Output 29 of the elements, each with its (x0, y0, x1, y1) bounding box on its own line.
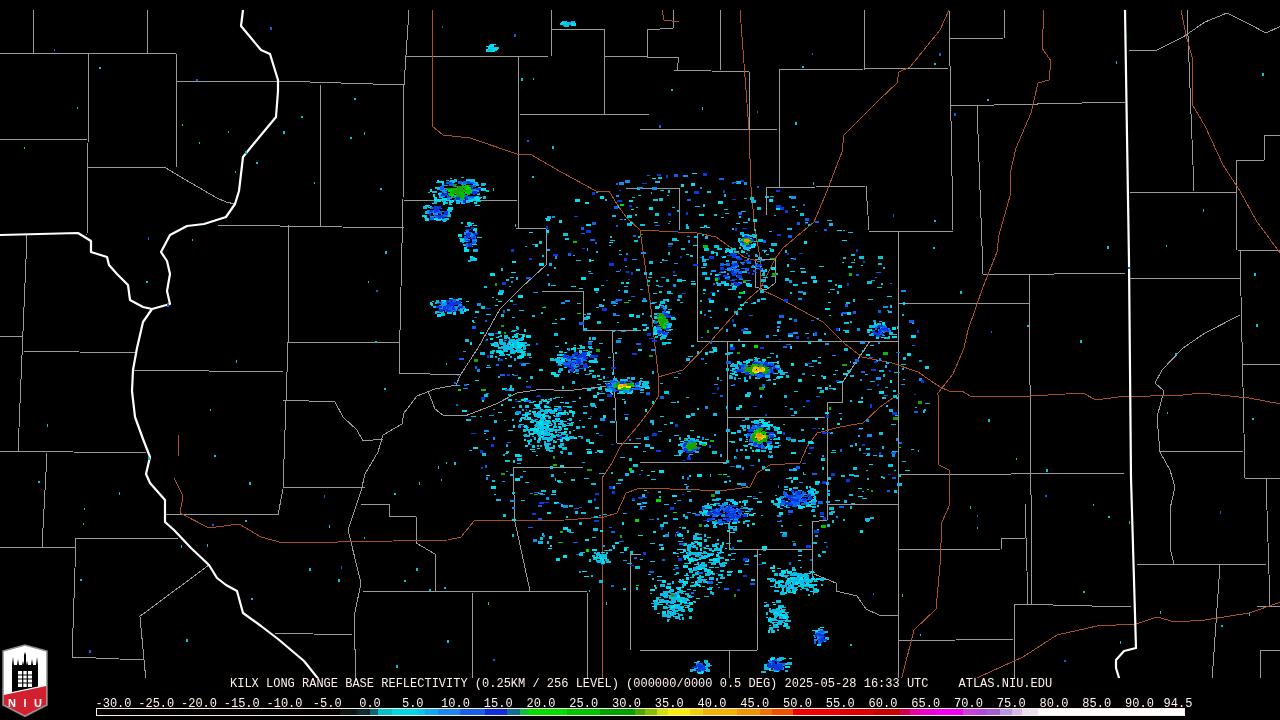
scale-label: -20.0 (181, 699, 217, 709)
scale-label: -5.0 (312, 699, 342, 709)
website-text: ATLAS.NIU.EDU (958, 678, 1053, 690)
scale-label: -30.0 (95, 699, 132, 709)
scale-label: 25.0 (569, 699, 599, 709)
scale-label: 75.0 (996, 699, 1026, 709)
product-title: KILX LONG RANGE BASE REFLECTIVITY (0.25KM / 256 LEVEL) (000000/0000 0.5 DEG) 2025-05-28 16:33 UTC (230, 678, 929, 690)
scale-label: 65.0 (911, 699, 941, 709)
scale-label: -10.0 (266, 699, 303, 709)
scale-label: -25.0 (138, 699, 175, 709)
scale-label: -15.0 (223, 699, 260, 709)
scale-label: 30.0 (612, 699, 641, 709)
scale-label: 5.0 (401, 699, 424, 709)
logo-text: NIU (8, 697, 42, 709)
scale-label: 55.0 (825, 699, 855, 709)
scale-label: 90.0 (1125, 699, 1154, 709)
scale-label: 60.0 (868, 699, 898, 709)
scale-label: 70.0 (954, 699, 983, 709)
scale-label: 20.0 (526, 699, 556, 709)
scale-label: 45.0 (740, 699, 770, 709)
scale-label: 15.0 (483, 699, 513, 709)
scale-label: 85.0 (1082, 699, 1112, 709)
scale-label: 94.5 (1163, 699, 1193, 709)
scale-label: 10.0 (441, 699, 470, 709)
scale-label: 50.0 (783, 699, 812, 709)
scale-label: 35.0 (654, 699, 684, 709)
scale-label: 80.0 (1039, 699, 1069, 709)
scale-label: 40.0 (697, 699, 727, 709)
scale-label: 0.0 (359, 699, 381, 709)
